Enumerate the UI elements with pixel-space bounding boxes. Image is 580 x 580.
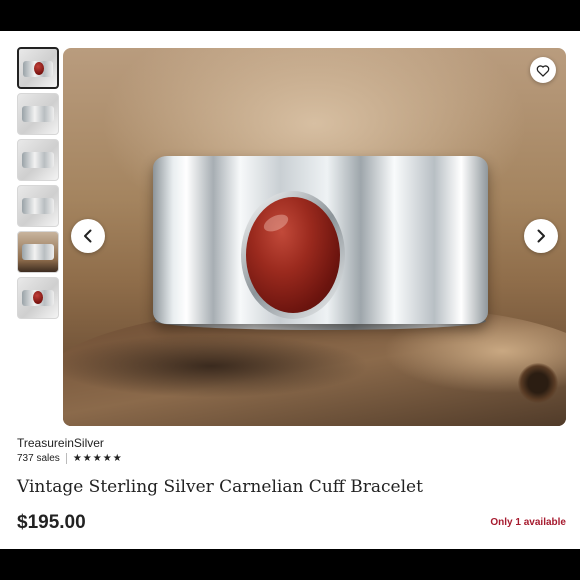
thumbnail-2[interactable]	[17, 93, 59, 135]
favorite-button[interactable]	[530, 57, 556, 83]
next-image-button[interactable]	[524, 219, 558, 253]
thumbnail-3[interactable]	[17, 139, 59, 181]
star-icon: ★	[102, 452, 112, 464]
thumbnail-cuff-graphic	[22, 152, 54, 168]
thumbnail-6[interactable]	[17, 277, 59, 319]
star-icon: ★	[92, 452, 102, 464]
shop-name-link[interactable]: TreasureinSilver	[17, 436, 104, 450]
availability-notice: Only 1 available	[490, 517, 566, 528]
wood-knot-graphic	[518, 363, 558, 403]
listing-page: TreasureinSilver 737 sales ★ ★ ★ ★ ★ Vin…	[0, 31, 580, 549]
thumbnail-stone-graphic	[33, 291, 43, 304]
star-rating[interactable]: ★ ★ ★ ★ ★	[72, 452, 122, 464]
thumbnail-strip	[17, 47, 59, 323]
listing-title: Vintage Sterling Silver Carnelian Cuff B…	[17, 477, 423, 497]
star-icon: ★	[72, 452, 82, 464]
thumbnail-cuff-graphic	[22, 244, 54, 260]
sales-count: 737 sales	[17, 453, 60, 464]
thumbnail-cuff-graphic	[22, 106, 54, 122]
thumbnail-stone-graphic	[34, 62, 44, 75]
listing-price: $195.00	[17, 512, 86, 533]
thumbnail-4[interactable]	[17, 185, 59, 227]
thumbnail-1[interactable]	[17, 47, 59, 89]
carnelian-stone-graphic	[246, 197, 340, 313]
main-product-image[interactable]	[63, 48, 566, 426]
thumbnail-cuff-graphic	[22, 198, 54, 214]
star-icon: ★	[112, 452, 122, 464]
chevron-right-icon	[537, 229, 545, 243]
previous-image-button[interactable]	[71, 219, 105, 253]
star-icon: ★	[82, 452, 92, 464]
chevron-left-icon	[84, 229, 92, 243]
thumbnail-5[interactable]	[17, 231, 59, 273]
heart-icon	[536, 64, 550, 77]
divider	[65, 453, 67, 464]
sales-and-rating: 737 sales ★ ★ ★ ★ ★	[17, 453, 122, 464]
